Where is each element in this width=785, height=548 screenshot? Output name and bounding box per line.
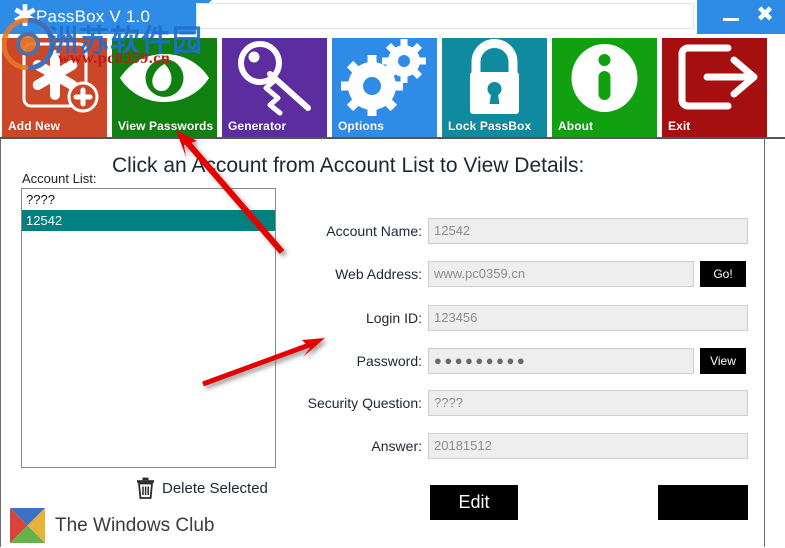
gears-icon xyxy=(332,38,437,116)
tile-label: Add New xyxy=(8,119,61,133)
delete-selected-label: Delete Selected xyxy=(162,479,268,497)
account-name-field[interactable]: 12542 xyxy=(428,218,748,244)
password-label: Password: xyxy=(356,353,422,369)
password-label-box: Password: xyxy=(290,348,422,374)
asterisk-icon: ✱ xyxy=(12,0,38,33)
minimize-button[interactable] xyxy=(718,4,744,30)
login-id-field[interactable]: 123456 xyxy=(428,305,748,331)
password-field[interactable]: ●●●●●●●●● xyxy=(428,348,694,374)
list-item[interactable]: ???? xyxy=(22,189,275,210)
exit-arrow-icon xyxy=(662,38,767,116)
toolbar: Add New View Passwords Generator Options… xyxy=(0,38,785,137)
security-question-field[interactable]: ???? xyxy=(428,390,748,416)
tile-view-passwords[interactable]: View Passwords xyxy=(112,38,217,137)
eye-icon xyxy=(112,38,217,116)
padlock-icon xyxy=(442,38,547,116)
secondary-button[interactable] xyxy=(658,485,748,520)
answer-field[interactable]: 20181512 xyxy=(428,433,748,459)
field-row-account-name: Account Name: 12542 xyxy=(0,218,785,244)
web-address-label: Web Address: xyxy=(335,266,422,282)
field-row-password: Password: ●●●●●●●●● View xyxy=(0,348,785,374)
toolbar-underline xyxy=(0,137,785,139)
go-button[interactable]: Go! xyxy=(700,261,746,287)
answer-label: Answer: xyxy=(371,438,422,454)
window-title: PassBox V 1.0 xyxy=(36,7,151,26)
field-row-login-id: Login ID: 123456 xyxy=(0,305,785,331)
web-address-label-box: Web Address: xyxy=(290,261,422,287)
address-bar[interactable] xyxy=(196,3,694,29)
edit-button[interactable]: Edit xyxy=(430,485,518,520)
tile-label: About xyxy=(558,119,594,133)
view-password-button[interactable]: View xyxy=(700,348,746,374)
web-address-field[interactable]: www.pc0359.cn xyxy=(428,261,694,287)
tile-lock-passbox[interactable]: Lock PassBox xyxy=(442,38,547,137)
account-list-label: Account List: xyxy=(22,171,97,186)
field-row-web-address: Web Address: www.pc0359.cn Go! xyxy=(0,261,785,287)
security-question-label: Security Question: xyxy=(307,395,422,411)
tile-about[interactable]: About xyxy=(552,38,657,137)
tile-label: View Passwords xyxy=(118,119,214,133)
login-id-label: Login ID: xyxy=(365,310,422,326)
tile-label: Generator xyxy=(228,119,287,133)
branding-text: The Windows Club xyxy=(55,514,215,536)
field-row-security-question: Security Question: ???? xyxy=(0,390,785,416)
windows-club-logo xyxy=(10,508,45,543)
account-name-label: Account Name: xyxy=(326,223,422,239)
tile-generator[interactable]: Generator xyxy=(222,38,327,137)
trash-icon xyxy=(136,477,155,499)
asterisk-plus-icon xyxy=(2,38,107,116)
tile-add-new[interactable]: Add New xyxy=(2,38,107,137)
tile-label: Exit xyxy=(668,119,691,133)
account-name-label-box: Account Name: xyxy=(290,218,422,244)
branding: The Windows Club xyxy=(10,508,214,543)
login-id-label-box: Login ID: xyxy=(290,305,422,331)
info-icon xyxy=(552,38,657,116)
tile-label: Lock PassBox xyxy=(448,119,532,133)
delete-selected-button[interactable]: Delete Selected xyxy=(136,476,268,500)
answer-label-box: Answer: xyxy=(290,433,422,459)
tile-exit[interactable]: Exit xyxy=(662,38,767,137)
field-row-answer: Answer: 20181512 xyxy=(0,433,785,459)
page-title: Click an Account from Account List to Vi… xyxy=(112,154,585,177)
security-question-label-box: Security Question: xyxy=(290,390,422,416)
close-icon[interactable]: ✖ xyxy=(752,2,778,28)
title-bar: ✱ PassBox V 1.0 ✖ xyxy=(0,0,785,34)
key-icon xyxy=(222,38,327,116)
tile-label: Options xyxy=(338,119,385,133)
tile-options[interactable]: Options xyxy=(332,38,437,137)
